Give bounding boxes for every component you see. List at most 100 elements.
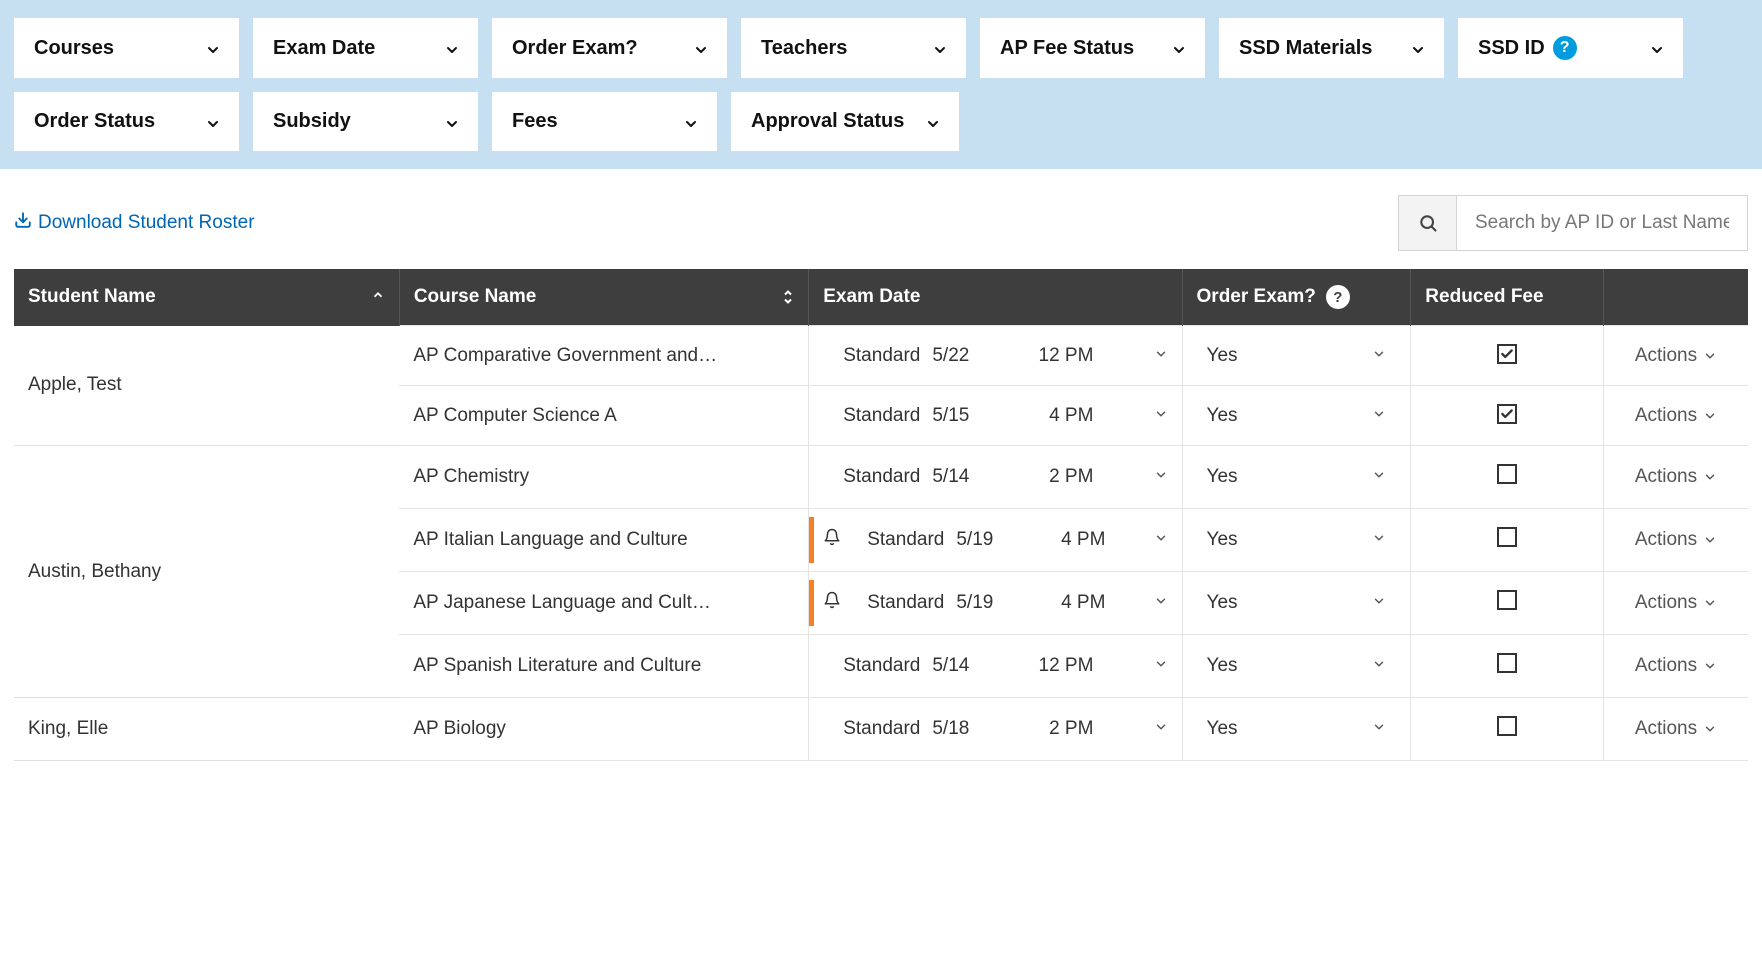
- alert-indicator: [809, 580, 814, 626]
- chevron-down-icon: [693, 41, 707, 55]
- filter-order-exam[interactable]: Order Exam?: [492, 18, 727, 78]
- actions-label: Actions: [1635, 718, 1697, 740]
- student-name-link[interactable]: Austin, Bethany: [14, 446, 399, 698]
- actions-dropdown[interactable]: Actions: [1635, 718, 1717, 740]
- actions-label: Actions: [1635, 466, 1697, 488]
- order-exam-cell: Yes: [1182, 386, 1411, 446]
- actions-dropdown[interactable]: Actions: [1635, 529, 1717, 551]
- exam-date-dropdown[interactable]: [1154, 529, 1168, 551]
- reduced-fee-checkbox[interactable]: [1497, 344, 1517, 364]
- chevron-down-icon: [444, 41, 458, 55]
- search-icon: [1418, 213, 1438, 233]
- filter-courses[interactable]: Courses: [14, 18, 239, 78]
- reduced-fee-checkbox[interactable]: [1497, 464, 1517, 484]
- student-name-link[interactable]: Apple, Test: [14, 326, 399, 446]
- exam-type: Standard: [843, 718, 920, 740]
- exam-date: 5/14: [932, 466, 969, 488]
- exam-type: Standard: [843, 345, 920, 367]
- col-header-order[interactable]: Order Exam? ?: [1182, 269, 1411, 326]
- course-name-link[interactable]: AP Japanese Language and Cult…: [399, 572, 808, 635]
- chevron-down-icon: [1649, 41, 1663, 55]
- reduced-fee-checkbox[interactable]: [1497, 404, 1517, 424]
- order-exam-dropdown[interactable]: [1372, 345, 1386, 367]
- order-exam-dropdown[interactable]: [1372, 592, 1386, 614]
- order-exam-value: Yes: [1207, 405, 1238, 427]
- chevron-down-icon: [683, 115, 697, 129]
- actions-cell: Actions: [1603, 386, 1748, 446]
- actions-dropdown[interactable]: Actions: [1635, 345, 1717, 367]
- actions-dropdown[interactable]: Actions: [1635, 655, 1717, 677]
- reduced-fee-cell: [1411, 698, 1604, 761]
- order-exam-value: Yes: [1207, 345, 1238, 367]
- actions-cell: Actions: [1603, 698, 1748, 761]
- course-name-link[interactable]: AP Biology: [399, 698, 808, 761]
- course-name-link[interactable]: AP Italian Language and Culture: [399, 509, 808, 572]
- filter-bar: Courses Exam DateOrder Exam?TeachersAP Fe…: [0, 0, 1762, 169]
- exam-date-cell: Standard 5/14 2 PM: [809, 446, 1182, 509]
- col-header-exam[interactable]: Exam Date: [809, 269, 1182, 326]
- col-header-course[interactable]: Course Name: [399, 269, 808, 326]
- download-roster-link[interactable]: Download Student Roster: [14, 211, 255, 235]
- student-name-link[interactable]: King, Elle: [14, 698, 399, 761]
- exam-date: 5/15: [932, 405, 969, 427]
- filter-teachers[interactable]: Teachers: [741, 18, 966, 78]
- course-name-link[interactable]: AP Spanish Literature and Culture: [399, 635, 808, 698]
- exam-date-dropdown[interactable]: [1154, 655, 1168, 677]
- toolbar: Download Student Roster: [0, 169, 1762, 263]
- filter-subsidy[interactable]: Subsidy: [253, 92, 478, 151]
- filter-label: Order Status: [34, 110, 155, 133]
- help-icon[interactable]: ?: [1326, 285, 1350, 309]
- search-icon-button[interactable]: [1399, 196, 1457, 250]
- order-exam-value: Yes: [1207, 718, 1238, 740]
- search-input[interactable]: [1457, 196, 1747, 250]
- order-exam-dropdown[interactable]: [1372, 655, 1386, 677]
- order-exam-dropdown[interactable]: [1372, 466, 1386, 488]
- sort-asc-icon: [371, 286, 385, 308]
- actions-cell: Actions: [1603, 326, 1748, 386]
- reduced-fee-checkbox[interactable]: [1497, 653, 1517, 673]
- exam-date-dropdown[interactable]: [1154, 718, 1168, 740]
- filter-approval-status[interactable]: Approval Status: [731, 92, 959, 151]
- order-exam-value: Yes: [1207, 529, 1238, 551]
- col-header-student[interactable]: Student Name: [14, 269, 399, 326]
- filter-ap-fee-status[interactable]: AP Fee Status: [980, 18, 1205, 78]
- course-name-link[interactable]: AP Computer Science A: [399, 386, 808, 446]
- reduced-fee-checkbox[interactable]: [1497, 590, 1517, 610]
- order-exam-dropdown[interactable]: [1372, 405, 1386, 427]
- order-exam-cell: Yes: [1182, 635, 1411, 698]
- exam-date-dropdown[interactable]: [1154, 405, 1168, 427]
- course-name-link[interactable]: AP Chemistry: [399, 446, 808, 509]
- filter-label: Courses: [34, 37, 114, 60]
- exam-date-dropdown[interactable]: [1154, 466, 1168, 488]
- exam-type: Standard: [843, 405, 920, 427]
- exam-date: 5/14: [932, 655, 969, 677]
- exam-date-dropdown[interactable]: [1154, 592, 1168, 614]
- reduced-fee-cell: [1411, 386, 1604, 446]
- filter-fees[interactable]: Fees: [492, 92, 717, 151]
- help-icon[interactable]: ?: [1553, 36, 1577, 60]
- filter-ssd-id[interactable]: SSD ID?: [1458, 18, 1683, 78]
- filter-label: Subsidy: [273, 110, 351, 133]
- actions-dropdown[interactable]: Actions: [1635, 466, 1717, 488]
- exam-time: 12 PM: [1029, 345, 1093, 367]
- course-name-link[interactable]: AP Comparative Government and…: [399, 326, 808, 386]
- chevron-down-icon: [205, 115, 219, 129]
- order-exam-cell: Yes: [1182, 326, 1411, 386]
- filter-order-status[interactable]: Order Status: [14, 92, 239, 151]
- actions-dropdown[interactable]: Actions: [1635, 592, 1717, 614]
- order-exam-dropdown[interactable]: [1372, 718, 1386, 740]
- exam-time: 2 PM: [1029, 466, 1093, 488]
- order-exam-value: Yes: [1207, 592, 1238, 614]
- order-exam-dropdown[interactable]: [1372, 529, 1386, 551]
- filter-exam-date[interactable]: Exam Date: [253, 18, 478, 78]
- col-header-fee[interactable]: Reduced Fee: [1411, 269, 1604, 326]
- actions-dropdown[interactable]: Actions: [1635, 405, 1717, 427]
- actions-label: Actions: [1635, 655, 1697, 677]
- reduced-fee-checkbox[interactable]: [1497, 527, 1517, 547]
- reduced-fee-checkbox[interactable]: [1497, 716, 1517, 736]
- exam-date-dropdown[interactable]: [1154, 345, 1168, 367]
- filter-ssd-materials[interactable]: SSD Materials: [1219, 18, 1444, 78]
- exam-type: Standard: [843, 466, 920, 488]
- alert-indicator: [809, 517, 814, 563]
- actions-cell: Actions: [1603, 446, 1748, 509]
